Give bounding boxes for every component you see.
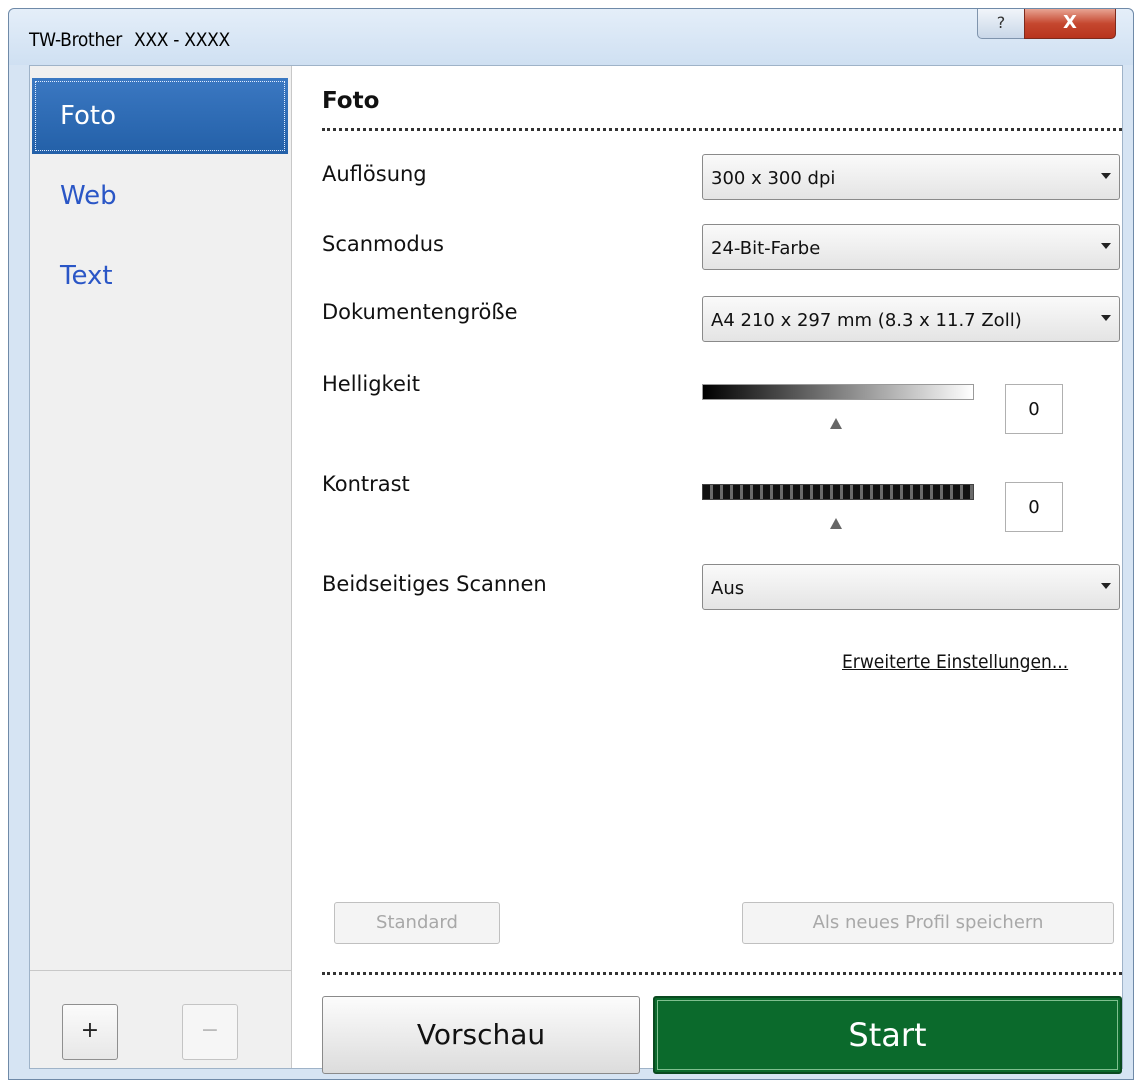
duplex-label: Beidseitiges Scannen bbox=[322, 572, 547, 596]
scan-mode-value: 24-Bit-Farbe bbox=[711, 238, 821, 259]
save-new-profile-button[interactable]: Als neues Profil speichern bbox=[742, 902, 1114, 944]
panel-title: Foto bbox=[322, 88, 380, 114]
resolution-select[interactable]: 300 x 300 dpi bbox=[702, 154, 1120, 200]
preview-button[interactable]: Vorschau bbox=[322, 996, 640, 1074]
chevron-down-icon bbox=[1101, 315, 1111, 321]
standard-button[interactable]: Standard bbox=[334, 902, 500, 944]
duplex-select[interactable]: Aus bbox=[702, 564, 1120, 610]
dialog-body: Foto Web Text + − Foto Auflösung 300 x 3… bbox=[29, 65, 1123, 1074]
scan-mode-select[interactable]: 24-Bit-Farbe bbox=[702, 224, 1120, 270]
close-button[interactable]: X bbox=[1024, 9, 1116, 39]
device-model: XXX - XXXX bbox=[133, 29, 230, 51]
scan-mode-label: Scanmodus bbox=[322, 232, 444, 256]
document-size-select[interactable]: A4 210 x 297 mm (8.3 x 11.7 Zoll) bbox=[702, 296, 1120, 342]
sidebar-item-web[interactable]: Web bbox=[32, 158, 288, 234]
contrast-slider[interactable] bbox=[702, 484, 974, 500]
brightness-slider[interactable] bbox=[702, 384, 974, 400]
contrast-label: Kontrast bbox=[322, 472, 410, 496]
contrast-slider-thumb[interactable] bbox=[830, 518, 842, 529]
sidebar-item-text[interactable]: Text bbox=[32, 238, 288, 314]
title-bar[interactable]: TW-Brother XXX - XXXX ? X bbox=[9, 9, 1133, 65]
profile-sidebar: Foto Web Text + − bbox=[30, 66, 292, 1068]
add-profile-button[interactable]: + bbox=[62, 1004, 118, 1060]
window-title: TW-Brother XXX - XXXX bbox=[29, 29, 230, 51]
help-button[interactable]: ? bbox=[977, 9, 1025, 39]
document-size-value: A4 210 x 297 mm (8.3 x 11.7 Zoll) bbox=[711, 310, 1022, 331]
bottom-divider bbox=[322, 972, 1122, 975]
sidebar-item-foto[interactable]: Foto bbox=[32, 78, 288, 154]
start-button[interactable]: Start bbox=[653, 996, 1122, 1074]
chevron-down-icon bbox=[1101, 583, 1111, 589]
duplex-value: Aus bbox=[711, 578, 745, 599]
scanner-dialog: TW-Brother XXX - XXXX ? X Foto Web Text +… bbox=[8, 8, 1134, 1080]
chevron-down-icon bbox=[1101, 243, 1111, 249]
brightness-slider-thumb[interactable] bbox=[830, 418, 842, 429]
document-size-label: Dokumentengröße bbox=[322, 300, 518, 324]
resolution-value: 300 x 300 dpi bbox=[711, 168, 836, 189]
brightness-value-field[interactable]: 0 bbox=[1005, 384, 1063, 434]
brightness-label: Helligkeit bbox=[322, 372, 420, 396]
resolution-label: Auflösung bbox=[322, 162, 427, 186]
title-divider bbox=[322, 128, 1122, 131]
remove-profile-button[interactable]: − bbox=[182, 1004, 238, 1060]
chevron-down-icon bbox=[1101, 173, 1111, 179]
settings-panel: Foto Auflösung 300 x 300 dpi Scanmodus 2… bbox=[292, 66, 1122, 1074]
contrast-value-field[interactable]: 0 bbox=[1005, 482, 1063, 532]
app-name: TW-Brother bbox=[29, 29, 122, 51]
sidebar-divider bbox=[30, 970, 292, 971]
advanced-settings-link[interactable]: Erweiterte Einstellungen... bbox=[842, 651, 1068, 673]
